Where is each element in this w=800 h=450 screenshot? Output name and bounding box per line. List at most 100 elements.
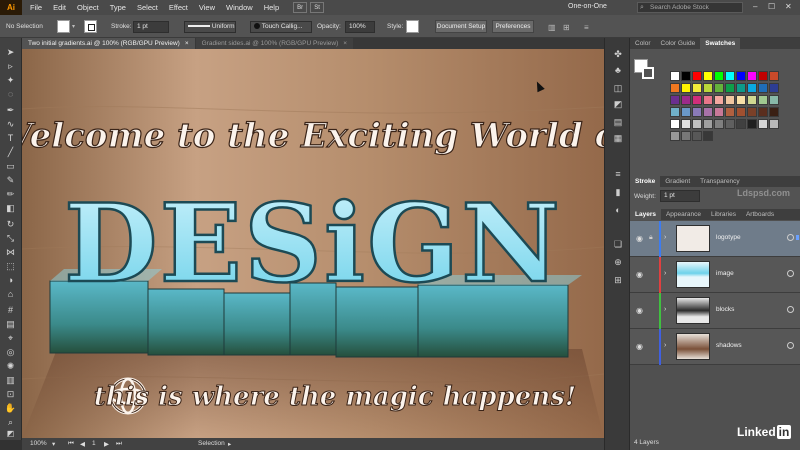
fill-dropdown-icon[interactable]: ▾ [72, 23, 75, 30]
swatch-color[interactable] [681, 119, 691, 129]
swatch-color[interactable] [747, 83, 757, 93]
preferences-button[interactable]: Preferences [492, 20, 534, 33]
close-tab-icon[interactable]: × [343, 40, 347, 47]
menu-view[interactable]: View [199, 3, 215, 12]
perspective-grid-tool-icon[interactable]: ⌂ [4, 288, 17, 300]
hand-tool-icon[interactable]: ✋ [4, 402, 17, 414]
last-artboard-icon[interactable]: ⏭ [116, 440, 122, 448]
tab-transparency[interactable]: Transparency [695, 176, 745, 187]
swatch-color[interactable] [692, 119, 702, 129]
align-panel-icon[interactable]: ▤ [612, 116, 624, 128]
mesh-tool-icon[interactable]: # [4, 304, 17, 316]
layers-panel-icon[interactable]: ❏ [612, 238, 624, 250]
target-circle-icon[interactable] [787, 234, 794, 241]
pen-tool-icon[interactable]: ✒ [4, 104, 17, 116]
brushes-icon[interactable]: ♣ [612, 64, 624, 76]
curvature-tool-icon[interactable]: ∿ [4, 118, 17, 130]
eraser-tool-icon[interactable]: ◧ [4, 202, 17, 214]
visibility-eye-icon[interactable]: ◉ [636, 234, 643, 243]
lasso-tool-icon[interactable]: ◌ [4, 88, 17, 100]
swatch-color[interactable] [769, 95, 779, 105]
swatch-color[interactable] [725, 83, 735, 93]
swatch-color[interactable] [747, 119, 757, 129]
swatch-color[interactable] [736, 95, 746, 105]
layer-name[interactable]: logotype [716, 234, 741, 241]
shape-builder-tool-icon[interactable]: ◑ [4, 274, 17, 286]
scale-tool-icon[interactable]: ⤡ [4, 232, 17, 244]
swatch-color[interactable] [725, 119, 735, 129]
swatch-color[interactable] [714, 71, 724, 81]
artboard-canvas[interactable]: Welcome to the Exciting World of DESiGN … [22, 49, 604, 438]
tab-color-guide[interactable]: Color Guide [656, 38, 701, 49]
swatch-color[interactable] [681, 131, 691, 141]
close-icon[interactable]: ✕ [785, 2, 792, 11]
swatch-color[interactable] [670, 119, 680, 129]
swatch-color[interactable] [681, 95, 691, 105]
tab-stroke[interactable]: Stroke [630, 176, 661, 187]
visibility-eye-icon[interactable]: ◉ [636, 306, 643, 315]
transform-icon[interactable]: ⊞ [563, 23, 570, 32]
transform-panel-icon[interactable]: ▦ [612, 132, 624, 144]
menu-object[interactable]: Object [77, 3, 99, 12]
swatch-color[interactable] [736, 83, 746, 93]
expand-arrow-icon[interactable]: › [664, 234, 666, 241]
zoom-level[interactable]: 100% [30, 440, 47, 447]
expand-arrow-icon[interactable]: › [664, 342, 666, 349]
eyedropper-tool-icon[interactable]: ⌖ [4, 332, 17, 344]
panel-menu-icon[interactable]: ≡ [584, 23, 589, 32]
tab-swatches[interactable]: Swatches [700, 38, 741, 49]
bridge-button[interactable]: Br [293, 2, 308, 13]
layer-row-shadows[interactable]: ◉ › shadows [630, 329, 800, 365]
target-circle-icon[interactable] [787, 270, 794, 277]
lock-icon[interactable]: 🔒︎ [649, 234, 653, 242]
swatch-color[interactable] [681, 107, 691, 117]
status-mode[interactable]: Selection [198, 440, 225, 447]
zoom-tool-icon[interactable]: ⌕ [4, 416, 17, 428]
stock-search-input[interactable]: ⌕ Search Adobe Stock [637, 2, 743, 13]
status-dropdown-icon[interactable]: ▸ [228, 440, 231, 448]
visibility-eye-icon[interactable]: ◉ [636, 270, 643, 279]
swatch-color[interactable] [758, 95, 768, 105]
menu-select[interactable]: Select [137, 3, 158, 12]
maximize-icon[interactable]: ☐ [768, 2, 775, 11]
width-tool-icon[interactable]: ⋈ [4, 246, 17, 258]
stroke-preview[interactable] [642, 67, 654, 79]
type-tool-icon[interactable]: T [4, 132, 17, 144]
swatch-color[interactable] [692, 131, 702, 141]
swatch-color[interactable] [758, 107, 768, 117]
swatch-color[interactable] [725, 95, 735, 105]
tab-gradient[interactable]: Gradient [660, 176, 695, 187]
close-tab-icon[interactable]: × [185, 40, 189, 47]
menu-help[interactable]: Help [264, 3, 279, 12]
layer-name[interactable]: shadows [716, 342, 742, 349]
artboard-tool-icon[interactable]: ⊡ [4, 388, 17, 400]
workspace-switcher[interactable]: One-on-One [568, 3, 607, 10]
swatch-color[interactable] [703, 83, 713, 93]
rectangle-tool-icon[interactable]: ▭ [4, 160, 17, 172]
stock-button[interactable]: St [310, 2, 325, 13]
tab-artboards[interactable]: Artboards [741, 209, 779, 220]
symbols-icon[interactable]: ✤ [612, 48, 624, 60]
stroke-panel-icon[interactable]: ≡ [612, 168, 624, 180]
swatch-color[interactable] [736, 71, 746, 81]
gradient-tool-icon[interactable]: ▤ [4, 318, 17, 330]
rotate-tool-icon[interactable]: ↻ [4, 218, 17, 230]
tab-libraries[interactable]: Libraries [706, 209, 741, 220]
swatch-color[interactable] [670, 107, 680, 117]
menu-edit[interactable]: Edit [53, 3, 66, 12]
line-segment-tool-icon[interactable]: ╱ [4, 146, 17, 158]
appearance-panel-icon[interactable]: ⊕ [612, 256, 624, 268]
swatch-color[interactable] [703, 71, 713, 81]
swatch-color[interactable] [703, 107, 713, 117]
menu-effect[interactable]: Effect [169, 3, 188, 12]
free-transform-tool-icon[interactable]: ⬚ [4, 260, 17, 272]
swatch-color[interactable] [670, 131, 680, 141]
layer-row-logotype[interactable]: ◉ 🔒︎ › logotype [630, 221, 800, 257]
swatch-color[interactable] [670, 71, 680, 81]
swatch-color[interactable] [714, 83, 724, 93]
properties-icon[interactable]: ◫ [612, 82, 624, 94]
document-setup-button[interactable]: Document Setup [435, 20, 487, 33]
visibility-eye-icon[interactable]: ◉ [636, 342, 643, 351]
align-icon[interactable]: ▥ [548, 23, 556, 32]
libraries-panel-icon[interactable]: ⊞ [612, 274, 624, 286]
